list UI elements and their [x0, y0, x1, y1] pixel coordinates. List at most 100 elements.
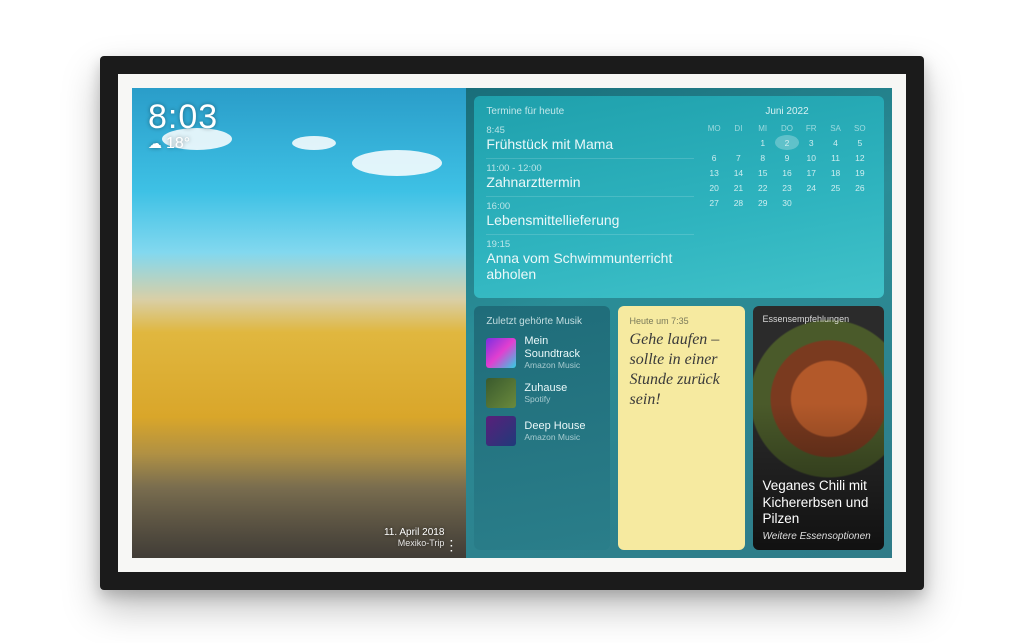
- music-title: Zuletzt gehörte Musik: [486, 316, 597, 327]
- calendar-weekday: DI: [726, 121, 750, 135]
- calendar-day[interactable]: 25: [823, 180, 847, 195]
- calendar-day[interactable]: 12: [848, 150, 872, 165]
- calendar-weekday: SO: [848, 121, 872, 135]
- track-source: Spotify: [524, 394, 567, 404]
- calendar-day[interactable]: 3: [799, 135, 823, 150]
- calendar-row: 27282930: [702, 195, 872, 210]
- schedule-event[interactable]: 8:45 Frühstück mit Mama: [486, 121, 694, 159]
- note-text: Gehe laufen – sollte in einer Stunde zur…: [630, 330, 733, 410]
- calendar-weekday: DO: [775, 121, 799, 135]
- track-name: Deep House: [524, 420, 585, 432]
- calendar-day[interactable]: 20: [702, 180, 726, 195]
- calendar-day[interactable]: 13: [702, 165, 726, 180]
- calendar-row: 12345: [702, 135, 872, 150]
- calendar-day[interactable]: 8: [751, 150, 775, 165]
- calendar-day[interactable]: 10: [799, 150, 823, 165]
- calendar-weekday: MI: [751, 121, 775, 135]
- calendar-day[interactable]: 4: [823, 135, 847, 150]
- calendar-day[interactable]: 30: [775, 195, 799, 210]
- calendar-day[interactable]: 27: [702, 195, 726, 210]
- calendar-day[interactable]: 21: [726, 180, 750, 195]
- album-art: [486, 416, 516, 446]
- widgets-column: Termine für heute 8:45 Frühstück mit Mam…: [466, 88, 892, 558]
- calendar-day[interactable]: 6: [702, 150, 726, 165]
- calendar-day[interactable]: 28: [726, 195, 750, 210]
- track-name: Mein Soundtrack: [524, 335, 597, 359]
- calendar-weekday: FR: [799, 121, 823, 135]
- event-time: 16:00: [486, 201, 694, 212]
- device-mat: 8:03 18° 11. April 2018 Mexiko-Trip ⋮ Te…: [118, 74, 906, 572]
- calendar-day: [799, 195, 823, 210]
- mini-calendar[interactable]: Juni 2022 MODIMIDOFRSASO 123456789101112…: [702, 106, 872, 288]
- calendar-day[interactable]: 5: [848, 135, 872, 150]
- calendar-day[interactable]: 9: [775, 150, 799, 165]
- note-timestamp: Heute um 7:35: [630, 316, 733, 326]
- schedule-event[interactable]: 16:00 Lebensmittellieferung: [486, 197, 694, 235]
- calendar-day[interactable]: 17: [799, 165, 823, 180]
- calendar-day: [848, 195, 872, 210]
- track-name: Zuhause: [524, 382, 567, 394]
- calendar-day[interactable]: 22: [751, 180, 775, 195]
- calendar-day: [726, 135, 750, 150]
- screen: 8:03 18° 11. April 2018 Mexiko-Trip ⋮ Te…: [132, 88, 892, 558]
- calendar-day: [702, 135, 726, 150]
- track-source: Amazon Music: [524, 432, 585, 442]
- calendar-day[interactable]: 16: [775, 165, 799, 180]
- sticky-note-card[interactable]: Heute um 7:35 Gehe laufen – sollte in ei…: [618, 306, 745, 550]
- calendar-day[interactable]: 7: [726, 150, 750, 165]
- track-source: Amazon Music: [524, 360, 597, 370]
- schedule-event[interactable]: 19:15 Anna vom Schwimmunterricht abholen: [486, 235, 694, 288]
- calendar-weekday: SA: [823, 121, 847, 135]
- calendar-day[interactable]: 11: [823, 150, 847, 165]
- calendar-month: Juni 2022: [702, 106, 872, 117]
- calendar-day[interactable]: 24: [799, 180, 823, 195]
- event-time: 8:45: [486, 125, 694, 136]
- schedule-calendar-card[interactable]: Termine für heute 8:45 Frühstück mit Mam…: [474, 96, 884, 298]
- event-label: Lebensmittellieferung: [486, 212, 694, 228]
- calendar-row: 20212223242526: [702, 180, 872, 195]
- weather-icon: [148, 135, 162, 153]
- album-art: [486, 338, 516, 368]
- calendar-row: 6789101112: [702, 150, 872, 165]
- event-time: 11:00 - 12:00: [486, 163, 694, 174]
- event-label: Zahnarzttermin: [486, 174, 694, 190]
- calendar-day[interactable]: 26: [848, 180, 872, 195]
- schedule-list: Termine für heute 8:45 Frühstück mit Mam…: [486, 106, 694, 288]
- calendar-day[interactable]: 23: [775, 180, 799, 195]
- calendar-day[interactable]: 19: [848, 165, 872, 180]
- calendar-day[interactable]: 14: [726, 165, 750, 180]
- photo-metadata: 11. April 2018 Mexiko-Trip: [132, 527, 466, 548]
- photo-panel[interactable]: 8:03 18° 11. April 2018 Mexiko-Trip ⋮: [132, 88, 466, 558]
- cloud-decoration: [352, 150, 442, 176]
- schedule-title: Termine für heute: [486, 106, 694, 117]
- calendar-day[interactable]: 29: [751, 195, 775, 210]
- event-time: 19:15: [486, 239, 694, 250]
- schedule-event[interactable]: 11:00 - 12:00 Zahnarzttermin: [486, 159, 694, 197]
- device-frame: 8:03 18° 11. April 2018 Mexiko-Trip ⋮ Te…: [100, 56, 924, 590]
- event-label: Anna vom Schwimmunterricht abholen: [486, 250, 694, 282]
- cloud-decoration: [292, 136, 336, 150]
- calendar-weekday: MO: [702, 121, 726, 135]
- event-label: Frühstück mit Mama: [486, 136, 694, 152]
- bottom-widget-row: Zuletzt gehörte Musik Mein Soundtrack Am…: [474, 306, 884, 550]
- calendar-weekdays: MODIMIDOFRSASO: [702, 121, 872, 135]
- calendar-day[interactable]: 18: [823, 165, 847, 180]
- recipe-name: Veganes Chili mit Kichererbsen und Pilze…: [763, 478, 874, 527]
- clock-weather[interactable]: 8:03 18°: [148, 98, 218, 153]
- music-track[interactable]: Zuhause Spotify: [486, 374, 597, 412]
- photo-album: Mexiko-Trip: [132, 538, 444, 548]
- more-options-icon[interactable]: ⋮: [444, 540, 458, 550]
- calendar-day[interactable]: 15: [751, 165, 775, 180]
- calendar-day[interactable]: 2: [775, 135, 799, 150]
- photo-date: 11. April 2018: [132, 527, 444, 538]
- music-card[interactable]: Zuletzt gehörte Musik Mein Soundtrack Am…: [474, 306, 609, 550]
- food-title: Essensempfehlungen: [763, 314, 850, 324]
- food-recommendation-card[interactable]: Essensempfehlungen Veganes Chili mit Kic…: [753, 306, 884, 550]
- album-art: [486, 378, 516, 408]
- calendar-day: [823, 195, 847, 210]
- music-track[interactable]: Mein Soundtrack Amazon Music: [486, 331, 597, 373]
- more-food-link[interactable]: Weitere Essensoptionen: [763, 531, 874, 542]
- music-track[interactable]: Deep House Amazon Music: [486, 412, 597, 450]
- calendar-day[interactable]: 1: [751, 135, 775, 150]
- calendar-row: 13141516171819: [702, 165, 872, 180]
